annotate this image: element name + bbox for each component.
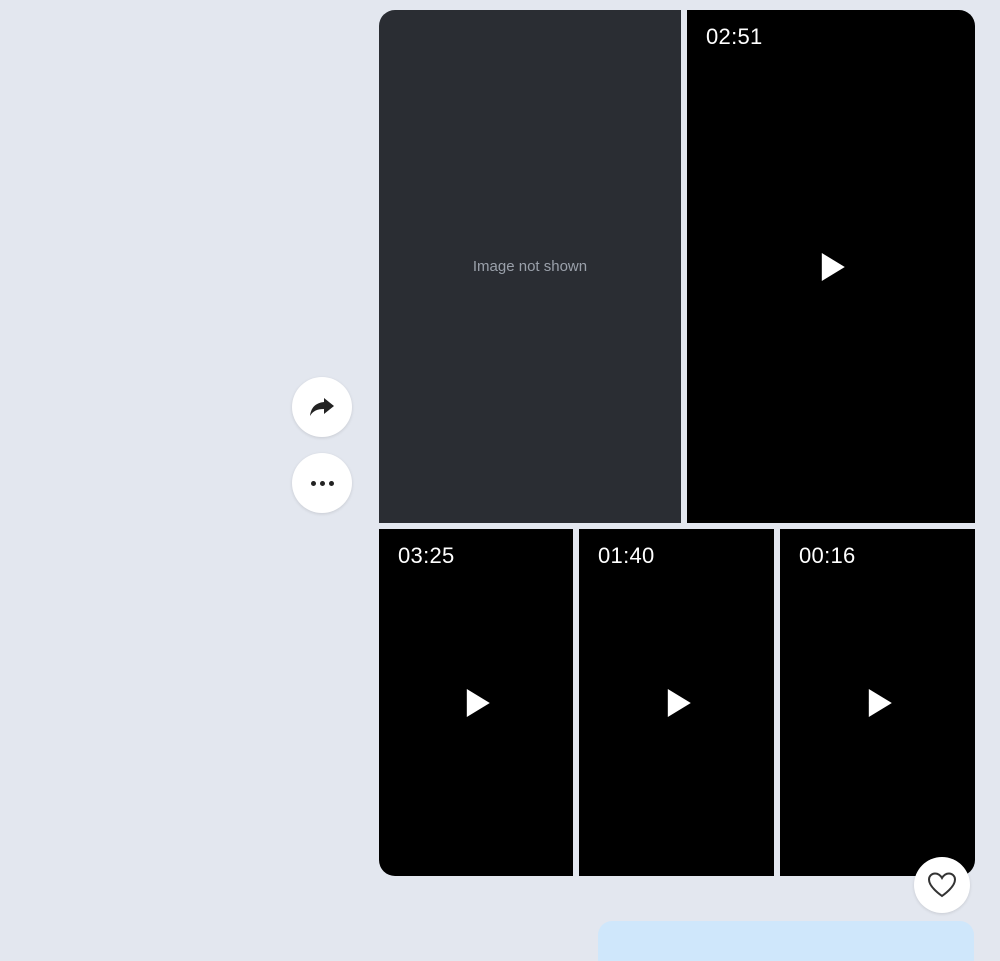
share-button[interactable] xyxy=(292,377,352,437)
share-arrow-icon xyxy=(310,398,334,416)
more-options-button[interactable] xyxy=(292,453,352,513)
video-duration: 00:16 xyxy=(799,543,856,568)
video-duration: 02:51 xyxy=(706,24,763,49)
play-icon xyxy=(667,688,691,717)
play-icon xyxy=(821,252,845,281)
video-tile[interactable]: 03:25 xyxy=(379,529,573,876)
video-tile[interactable]: 00:16 xyxy=(780,529,975,876)
like-button[interactable] xyxy=(914,857,970,913)
video-duration: 01:40 xyxy=(598,543,655,568)
video-tile[interactable]: 01:40 xyxy=(579,529,774,876)
play-icon xyxy=(868,688,892,717)
video-tile[interactable]: 02:51 xyxy=(687,10,975,523)
more-dots-icon xyxy=(310,480,334,486)
next-message-bubble[interactable] xyxy=(598,921,974,961)
play-icon xyxy=(466,688,490,717)
media-group: Image not shown 02:51 03:25 01:40 00:16 xyxy=(379,10,975,876)
image-placeholder-label: Image not shown xyxy=(472,258,588,275)
heart-outline-icon xyxy=(927,872,957,898)
image-tile[interactable]: Image not shown xyxy=(379,10,681,523)
video-duration: 03:25 xyxy=(398,543,455,568)
